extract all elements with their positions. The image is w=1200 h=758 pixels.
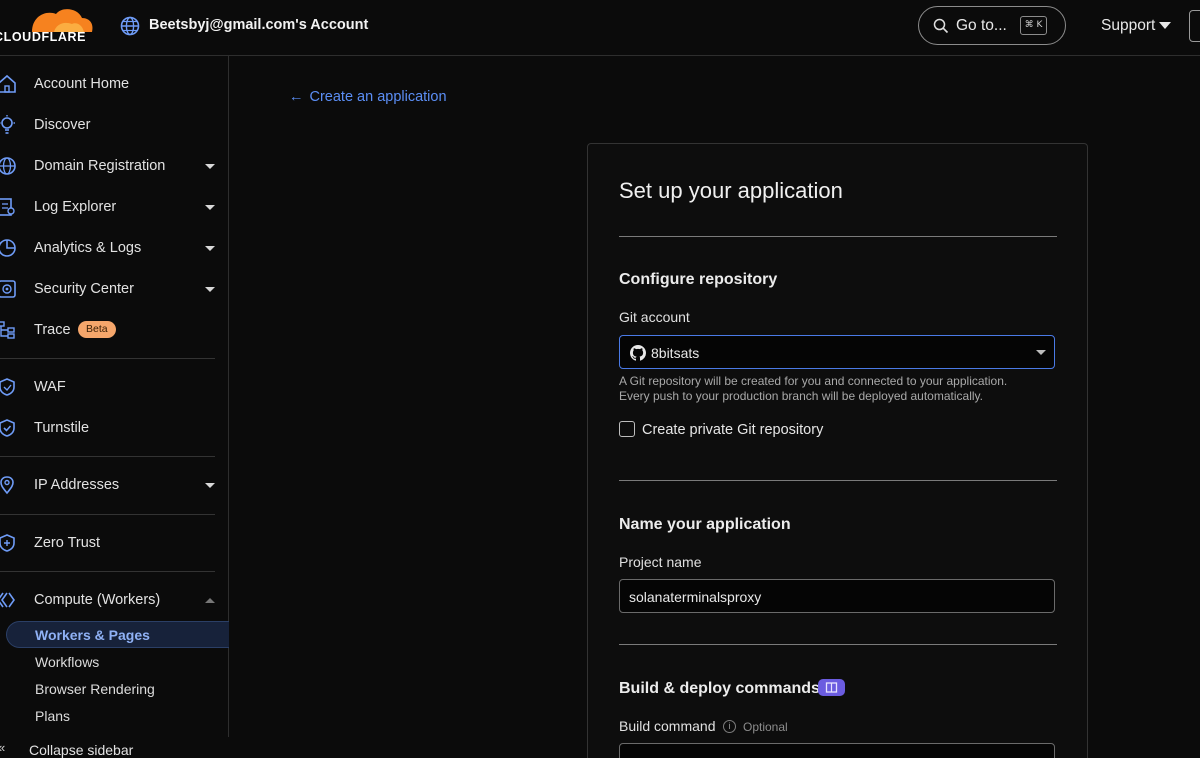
section-title-build: Build & deploy commands: [619, 680, 820, 697]
sidebar-item-label: Turnstile: [34, 420, 90, 436]
sidebar-item-zero-trust[interactable]: Zero Trust: [0, 525, 229, 561]
lightbulb-icon: [0, 115, 15, 134]
sidebar-item-analytics-logs[interactable]: Analytics & Logs: [0, 230, 229, 266]
sidebar-divider: [0, 358, 215, 359]
trace-icon: [0, 321, 15, 339]
chevron-down-icon: [1036, 350, 1046, 355]
section-divider: [619, 644, 1057, 645]
sidebar-subitem-label: Workers & Pages: [35, 627, 150, 643]
sidebar-item-label: Log Explorer: [34, 199, 117, 215]
chart-icon: [0, 239, 16, 257]
workers-icon: [0, 592, 15, 608]
back-link[interactable]: ← Create an application: [289, 89, 447, 105]
sidebar-divider: [0, 456, 215, 457]
globe-icon: [0, 157, 16, 175]
sidebar-item-label: Discover: [34, 117, 91, 133]
section-divider: [619, 480, 1057, 481]
chevron-down-icon[interactable]: [205, 287, 215, 292]
collapse-sidebar-label: Collapse sidebar: [29, 742, 134, 758]
beta-badge: Beta: [78, 321, 116, 338]
github-icon: [630, 345, 646, 361]
sidebar-subitem-plans[interactable]: Plans: [35, 708, 70, 724]
sidebar-item-security-center[interactable]: Security Center: [0, 271, 229, 307]
sidebar-item-label: Trace: [34, 322, 71, 338]
sidebar-item-log-explorer[interactable]: Log Explorer: [0, 189, 229, 225]
sidebar-item-trace[interactable]: Trace Beta: [0, 312, 229, 348]
help-line: A Git repository will be created for you…: [619, 374, 1008, 388]
git-account-value: 8bitsats: [651, 345, 700, 361]
search-icon: [933, 18, 949, 34]
zero-trust-icon: [0, 534, 15, 552]
git-account-label: Git account: [619, 309, 690, 325]
sidebar-subitem-browser-rendering[interactable]: Browser Rendering: [35, 681, 155, 697]
optional-label: Optional: [743, 720, 788, 734]
sidebar-item-label: Zero Trust: [34, 535, 101, 551]
user-menu-button[interactable]: [1189, 10, 1200, 42]
chevron-down-icon[interactable]: [205, 483, 215, 488]
support-menu[interactable]: Support: [1101, 17, 1155, 35]
sidebar-item-waf[interactable]: WAF: [0, 369, 229, 405]
private-repo-checkbox[interactable]: [619, 421, 635, 437]
git-account-select[interactable]: 8bitsats: [619, 335, 1055, 369]
sidebar-item-compute-workers[interactable]: Compute (Workers): [0, 582, 229, 618]
sidebar-item-label: Account Home: [34, 76, 130, 92]
sidebar-item-ip-addresses[interactable]: IP Addresses: [0, 467, 229, 503]
logo-text: CLOUDFLARE: [0, 30, 87, 44]
account-switcher[interactable]: Beetsbyj@gmail.com's Account: [149, 17, 368, 33]
home-icon: [0, 74, 16, 93]
location-pin-icon: [0, 476, 14, 495]
help-line: Every push to your production branch wil…: [619, 389, 983, 403]
top-bar: CLOUDFLARE Beetsbyj@gmail.com's Account …: [0, 0, 1200, 56]
chevron-up-icon[interactable]: [205, 598, 215, 603]
chevron-down-icon[interactable]: [1159, 22, 1171, 29]
project-name-input[interactable]: solanaterminalsproxy: [619, 579, 1055, 613]
private-repo-label[interactable]: Create private Git repository: [642, 422, 823, 438]
collapse-sidebar-button[interactable]: « Collapse sidebar: [0, 737, 229, 758]
sidebar-item-label: Analytics & Logs: [34, 240, 142, 256]
chevron-down-icon[interactable]: [205, 246, 215, 251]
log-icon: [0, 198, 15, 216]
sidebar-subitem-workflows[interactable]: Workflows: [35, 654, 99, 670]
double-chevron-left-icon: «: [0, 740, 5, 755]
chevron-down-icon[interactable]: [205, 205, 215, 210]
sidebar-divider: [0, 571, 215, 572]
sidebar-item-label: Compute (Workers): [34, 592, 161, 608]
project-name-value: solanaterminalsproxy: [629, 589, 762, 605]
section-divider: [619, 236, 1057, 237]
sidebar-item-label: WAF: [34, 379, 66, 395]
sidebar-item-label: Domain Registration: [34, 158, 166, 174]
sidebar-subitem-workers-pages[interactable]: Workers & Pages: [6, 621, 229, 648]
chevron-down-icon[interactable]: [205, 164, 215, 169]
turnstile-icon: [0, 419, 15, 437]
project-name-label: Project name: [619, 554, 702, 570]
build-command-label: Build command: [619, 718, 716, 734]
keyboard-shortcut: ⌘ K: [1020, 16, 1047, 35]
sidebar-item-account-home[interactable]: Account Home: [0, 66, 229, 102]
build-command-input[interactable]: [619, 743, 1055, 758]
goto-label: Go to...: [956, 17, 1007, 34]
info-icon[interactable]: i: [723, 720, 736, 733]
section-title-configure: Configure repository: [619, 271, 778, 288]
sidebar-divider: [0, 514, 215, 515]
sidebar-item-turnstile[interactable]: Turnstile: [0, 410, 229, 446]
globe-icon: [120, 16, 140, 36]
sidebar-item-label: IP Addresses: [34, 477, 120, 493]
arrow-left-icon: ←: [289, 89, 304, 105]
page-title: Set up your application: [619, 178, 843, 203]
shield-icon: [0, 378, 15, 396]
git-help-text: A Git repository will be created for you…: [619, 374, 1059, 404]
sidebar: Account Home Discover Domain Registratio…: [0, 56, 229, 758]
sidebar-item-discover[interactable]: Discover: [0, 107, 229, 143]
security-icon: [0, 280, 16, 298]
section-title-name: Name your application: [619, 516, 791, 533]
docs-book-icon[interactable]: [818, 679, 845, 696]
back-link-label: Create an application: [309, 89, 447, 105]
goto-search-button[interactable]: Go to... ⌘ K: [918, 6, 1066, 45]
sidebar-item-label: Security Center: [34, 281, 134, 297]
sidebar-item-domain-registration[interactable]: Domain Registration: [0, 148, 229, 184]
setup-panel: Set up your application Configure reposi…: [587, 143, 1088, 758]
